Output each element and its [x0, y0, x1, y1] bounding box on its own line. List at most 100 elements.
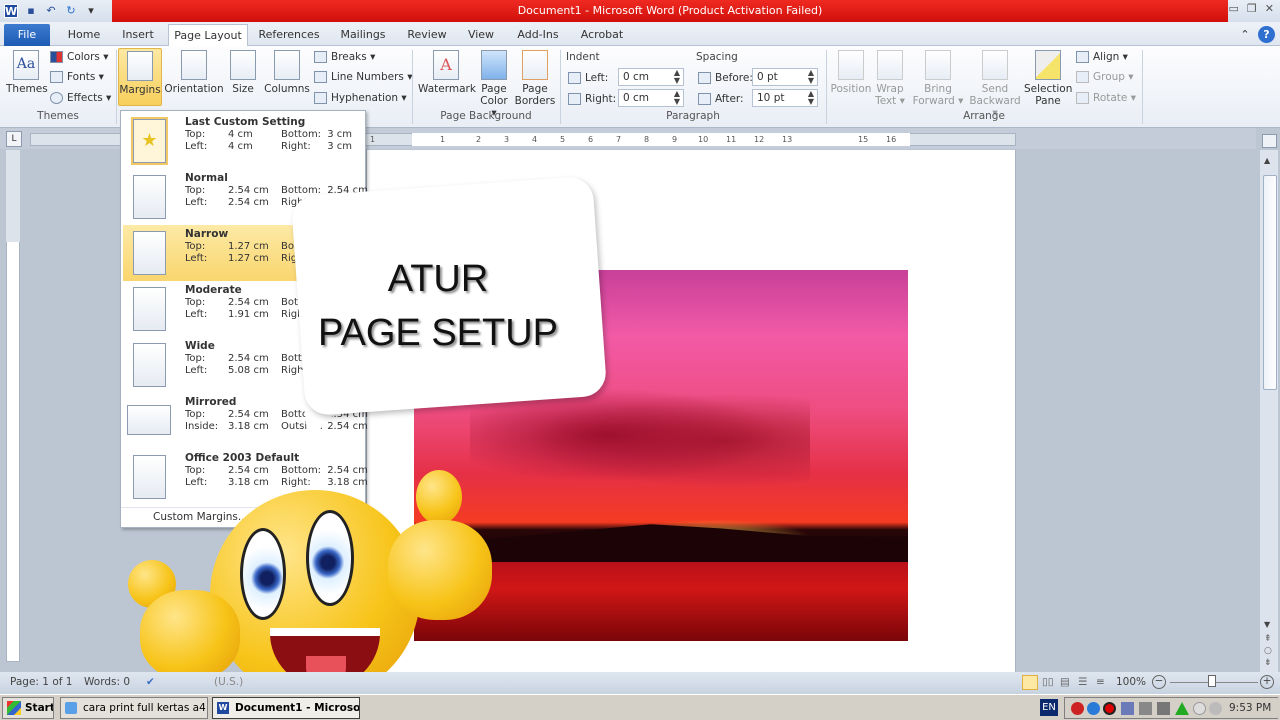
spinner-icon[interactable]: ▲ ▼	[808, 90, 814, 106]
tray-tool-icon-2[interactable]	[1157, 702, 1170, 715]
quick-access-toolbar: W ▪ ↶ ↻ ▾	[4, 2, 98, 20]
tab-acrobat[interactable]: Acrobat	[576, 24, 628, 46]
page-borders-button[interactable]: Page Borders	[514, 50, 556, 107]
spinner-icon[interactable]: ▲ ▼	[674, 90, 680, 106]
indent-left-value: 0 cm	[623, 71, 650, 83]
tab-mailings[interactable]: Mailings	[334, 24, 392, 46]
bring-forward-button[interactable]: Bring Forward ▾	[910, 50, 966, 107]
print-layout-view-icon[interactable]	[1022, 675, 1038, 690]
zoom-level[interactable]: 100%	[1116, 676, 1146, 688]
orientation-button[interactable]: Orientation	[164, 50, 224, 95]
position-button[interactable]: Position	[830, 50, 872, 95]
themes-button[interactable]: Aa Themes	[6, 50, 48, 95]
option-title: Moderate	[185, 284, 242, 296]
hyphenation-button[interactable]: Hyphenation ▾	[314, 92, 407, 104]
customize-qat-icon[interactable]: ▾	[84, 4, 98, 18]
group-button[interactable]: Group ▾	[1076, 71, 1134, 83]
send-backward-button[interactable]: Send Backward ▾	[966, 50, 1024, 119]
rotate-button[interactable]: Rotate ▾	[1076, 92, 1136, 104]
draft-view-icon[interactable]: ≡	[1096, 676, 1105, 688]
web-layout-icon[interactable]: ▤	[1060, 676, 1070, 688]
tab-review[interactable]: Review	[402, 24, 452, 46]
line-numbers-button[interactable]: Line Numbers ▾	[314, 71, 412, 83]
tray-capture-icon[interactable]	[1103, 702, 1116, 715]
watermark-button[interactable]: A Watermark	[418, 50, 476, 95]
scrollbar-thumb[interactable]	[1263, 175, 1277, 390]
vertical-ruler-margin	[6, 150, 20, 242]
save-icon[interactable]: ▪	[24, 4, 38, 18]
group-separator	[116, 50, 117, 124]
tab-add-ins[interactable]: Add-Ins	[510, 24, 566, 46]
zoom-out-button[interactable]: −	[1152, 675, 1166, 689]
colors-button[interactable]: Colors ▾	[50, 51, 109, 63]
tab-view[interactable]: View	[462, 24, 500, 46]
margins-button[interactable]: Margins	[118, 48, 162, 106]
spacing-before-input[interactable]: 0 pt ▲ ▼	[752, 68, 818, 86]
selection-pane-button[interactable]: Selection Pane	[1024, 50, 1072, 107]
previous-page-icon[interactable]: ⇞	[1264, 634, 1272, 644]
ruler-tick-label: 2	[476, 135, 482, 144]
effects-button[interactable]: Effects ▾	[50, 92, 111, 104]
page-count[interactable]: Page: 1 of 1	[10, 676, 72, 688]
align-button[interactable]: Align ▾	[1076, 51, 1128, 63]
watermark-label: Watermark	[418, 83, 476, 95]
breaks-button[interactable]: Breaks ▾	[314, 51, 375, 63]
spinner-icon[interactable]: ▲ ▼	[808, 69, 814, 85]
tray-tool-icon[interactable]	[1139, 702, 1152, 715]
full-screen-reading-icon[interactable]: ▯▯	[1042, 676, 1054, 688]
group-icon	[1076, 71, 1089, 83]
columns-button[interactable]: Columns	[264, 50, 310, 95]
tray-green-icon[interactable]	[1175, 702, 1189, 715]
spacing-label: Spacing	[696, 51, 738, 63]
view-ruler-icon[interactable]	[1262, 134, 1277, 148]
spacing-after-input[interactable]: 10 pt ▲ ▼	[752, 89, 818, 107]
line-numbers-label: Line Numbers ▾	[331, 71, 413, 83]
minimize-ribbon-icon[interactable]: ⌃	[1238, 24, 1252, 46]
select-browse-object-icon[interactable]: ○	[1264, 646, 1272, 656]
taskbar-item-word[interactable]: W Document1 - Microso...	[212, 697, 360, 719]
tray-drive-icon[interactable]	[1193, 702, 1206, 715]
zoom-in-button[interactable]: +	[1260, 675, 1274, 689]
clock[interactable]: 9:53 PM	[1229, 702, 1271, 714]
undo-icon[interactable]: ↶	[44, 4, 58, 18]
start-button[interactable]: Start	[2, 697, 54, 719]
language-status[interactable]: (U.S.)	[214, 676, 243, 688]
scroll-up-icon[interactable]: ▲	[1264, 156, 1270, 165]
page-color-button[interactable]: Page Color ▾	[476, 50, 512, 119]
scroll-down-icon[interactable]: ▼	[1264, 620, 1270, 629]
outline-view-icon[interactable]: ☰	[1078, 676, 1087, 688]
thumbs-up-emoji	[120, 460, 500, 700]
margins-icon	[127, 51, 153, 81]
tab-selector-button[interactable]: L	[6, 131, 22, 147]
close-button[interactable]: ✕	[1265, 2, 1274, 15]
language-indicator[interactable]: EN	[1040, 699, 1058, 716]
tab-insert[interactable]: Insert	[116, 24, 160, 46]
margin-option-last-custom[interactable]: ★ Last Custom Setting Top: 4 cm Bottom: 3 …	[123, 113, 365, 169]
tray-record-icon[interactable]	[1071, 702, 1084, 715]
restore-button[interactable]: ❐	[1247, 2, 1257, 15]
wrap-text-button[interactable]: Wrap Text ▾	[874, 50, 906, 107]
zoom-slider-handle[interactable]	[1208, 675, 1216, 687]
taskbar-item-browser[interactable]: cara print full kertas a4 d...	[60, 697, 208, 719]
redo-icon[interactable]: ↻	[64, 4, 78, 18]
page-margin-icon	[133, 175, 166, 219]
tab-references[interactable]: References	[254, 24, 324, 46]
word-count[interactable]: Words: 0	[84, 676, 130, 688]
indent-left-input[interactable]: 0 cm ▲ ▼	[618, 68, 684, 86]
network-icon[interactable]	[1121, 702, 1134, 715]
fonts-button[interactable]: Fonts ▾	[50, 71, 104, 83]
next-page-icon[interactable]: ⇟	[1264, 658, 1272, 668]
tab-file[interactable]: File	[4, 24, 50, 46]
tab-home[interactable]: Home	[62, 24, 106, 46]
tab-page-layout[interactable]: Page Layout	[168, 24, 248, 46]
size-button[interactable]: Size	[228, 50, 258, 95]
minimize-button[interactable]: ▭	[1229, 2, 1239, 15]
word-app-icon[interactable]: W	[4, 4, 18, 18]
spinner-icon[interactable]: ▲ ▼	[674, 69, 680, 85]
bluetooth-icon[interactable]	[1087, 702, 1100, 715]
position-label: Position	[830, 83, 872, 95]
indent-right-input[interactable]: 0 cm ▲ ▼	[618, 89, 684, 107]
volume-icon[interactable]	[1209, 702, 1222, 715]
proofing-icon[interactable]: ✔	[146, 676, 155, 688]
help-icon[interactable]: ?	[1258, 26, 1275, 43]
